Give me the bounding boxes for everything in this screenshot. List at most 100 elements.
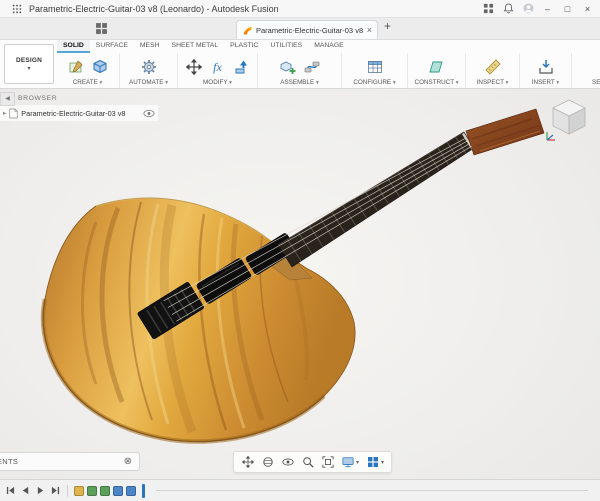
timeline-feature-sketch[interactable]: [74, 485, 84, 496]
window-title: Parametric-Electric-Guitar-03 v8 (Leonar…: [29, 3, 279, 14]
document-tab[interactable]: Parametric-Electric-Guitar-03 v8 ×: [236, 20, 378, 39]
group-label-automate[interactable]: AUTOMATE ▾: [129, 79, 168, 88]
chevron-down-icon: ▾: [99, 80, 103, 86]
app-menu-icon[interactable]: [9, 2, 24, 15]
group-label-construct[interactable]: CONSTRUCT ▾: [415, 79, 459, 88]
user-avatar[interactable]: [521, 2, 536, 15]
group-label-configure[interactable]: CONFIGURE ▾: [353, 79, 395, 88]
browser-collapse-icon[interactable]: ◀: [0, 91, 15, 106]
move-button[interactable]: [183, 55, 205, 79]
timeline-feature-extrude[interactable]: [87, 485, 97, 496]
chevron-down-icon: ▾: [556, 80, 560, 86]
fusion-logo-icon: [243, 26, 252, 34]
measure-button[interactable]: [482, 55, 504, 79]
create-sketch-button[interactable]: [65, 55, 87, 79]
axis-triad-icon: [546, 132, 555, 141]
select-button[interactable]: [596, 55, 600, 79]
timeline-position-marker[interactable]: [142, 483, 145, 498]
ribbon-tab-mesh[interactable]: MESH: [134, 39, 166, 53]
look-at-icon[interactable]: [281, 456, 294, 469]
notifications-bell-icon[interactable]: [501, 2, 516, 15]
ribbon-group-modify: fx MODIFY ▾: [178, 53, 258, 88]
timeline-step-forward-button[interactable]: [49, 485, 61, 497]
ribbon-tab-utilities[interactable]: UTILITIES: [264, 39, 308, 53]
tab-close-icon[interactable]: ×: [367, 25, 372, 35]
workspace-selector[interactable]: DESIGN ▾: [4, 44, 54, 84]
new-body-button[interactable]: [89, 55, 111, 79]
view-cube[interactable]: [544, 94, 594, 144]
automate-gear-button[interactable]: [138, 55, 160, 79]
chevron-down-icon: ▾: [229, 80, 232, 86]
construction-plane-button[interactable]: [426, 55, 448, 79]
timeline-play-button[interactable]: [34, 485, 46, 497]
ribbon-tab-sheet-metal[interactable]: SHEET METAL: [166, 39, 225, 53]
divider: [67, 484, 68, 497]
chevron-down-icon[interactable]: ▾: [356, 459, 359, 466]
group-label-create[interactable]: CREATE ▾: [73, 79, 103, 88]
ribbon-group-assemble: ASSEMBLE ▾: [258, 53, 342, 88]
visibility-eye-icon[interactable]: [143, 109, 155, 118]
timeline-step-back-button[interactable]: [19, 485, 31, 497]
grid-layout-icon[interactable]: [366, 456, 379, 469]
change-parameters-button[interactable]: fx: [207, 55, 229, 79]
timeline-feature-fillet[interactable]: [126, 485, 136, 496]
comments-close-icon[interactable]: ⊗: [124, 456, 132, 467]
insert-button[interactable]: [535, 55, 557, 79]
group-label-insert[interactable]: INSERT ▾: [532, 79, 559, 88]
title-bar: Parametric-Electric-Guitar-03 v8 (Leonar…: [0, 0, 600, 18]
ribbon-group-automate: AUTOMATE ▾: [120, 53, 178, 88]
ribbon-toolbar: DESIGN ▾ SOLID SURFACE MESH SHEET METAL …: [0, 39, 600, 89]
ribbon-group-select: SELECT ▾: [572, 53, 600, 88]
browser-document-row[interactable]: ▸ Parametric-Electric-Guitar-03 v8: [0, 105, 158, 121]
joint-button[interactable]: [301, 55, 323, 79]
guitar-headstock[interactable]: [465, 108, 545, 156]
maximize-button[interactable]: □: [559, 2, 576, 16]
group-label-select[interactable]: SELECT ▾: [592, 79, 600, 88]
ribbon-groups: CREATE ▾ AUTOMATE ▾ fx MODIFY ▾ ASSEMBLE…: [56, 53, 600, 88]
chevron-down-icon[interactable]: ▾: [381, 459, 384, 466]
timeline-feature-fillet[interactable]: [113, 485, 123, 496]
browser-panel: ◀ BROWSER ▸ Parametric-Electric-Guitar-0…: [0, 91, 158, 121]
configuration-table-button[interactable]: [364, 55, 386, 79]
guitar-neck[interactable]: [277, 131, 475, 268]
fusion-window: Parametric-Electric-Guitar-03 v8 (Leonar…: [0, 0, 600, 501]
comments-panel-collapsed[interactable]: COMMENTS ⊗: [0, 452, 140, 471]
document-tab-bar: Parametric-Electric-Guitar-03 v8 × +: [0, 18, 600, 40]
chevron-down-icon: ▾: [505, 80, 509, 86]
chevron-down-icon: ▾: [165, 80, 168, 86]
timeline-skip-start-button[interactable]: [4, 485, 16, 497]
ribbon-tab-surface[interactable]: SURFACE: [90, 39, 134, 53]
ribbon-tab-solid[interactable]: SOLID: [57, 39, 90, 53]
new-tab-button[interactable]: +: [384, 19, 391, 33]
ribbon-group-insert: INSERT ▾: [520, 53, 572, 88]
inbox-icon[interactable]: [481, 2, 496, 15]
press-pull-button[interactable]: [231, 55, 253, 79]
browser-title: BROWSER: [18, 95, 58, 102]
fit-view-icon[interactable]: [321, 456, 334, 469]
group-label-assemble[interactable]: ASSEMBLE ▾: [280, 79, 318, 88]
chevron-down-icon: ▾: [392, 80, 396, 86]
ribbon-group-construct: CONSTRUCT ▾: [408, 53, 466, 88]
expand-arrow-icon[interactable]: ▸: [3, 109, 6, 117]
ribbon-tab-plastic[interactable]: PLASTIC: [224, 39, 264, 53]
minimize-button[interactable]: –: [539, 2, 556, 16]
new-component-button[interactable]: [277, 55, 299, 79]
group-label-inspect[interactable]: INSPECT ▾: [477, 79, 509, 88]
comments-title: COMMENTS: [0, 457, 19, 466]
timeline-track[interactable]: [156, 490, 588, 491]
timeline-bar: [0, 479, 600, 501]
zoom-icon[interactable]: [301, 456, 314, 469]
close-window-button[interactable]: ×: [579, 2, 596, 16]
orbit-icon[interactable]: [261, 456, 274, 469]
display-settings-icon[interactable]: [341, 456, 354, 469]
browser-document-name: Parametric-Electric-Guitar-03 v8: [21, 108, 126, 118]
navigation-bar: ▾ ▾: [233, 451, 393, 473]
timeline-feature-extrude[interactable]: [100, 485, 110, 496]
group-label-modify[interactable]: MODIFY ▾: [203, 79, 232, 88]
ribbon-tab-manage[interactable]: MANAGE: [308, 39, 349, 53]
data-panel-icon[interactable]: [95, 22, 109, 36]
pan-icon[interactable]: [241, 456, 254, 469]
ribbon-tab-strip: SOLID SURFACE MESH SHEET METAL PLASTIC U…: [57, 39, 600, 53]
document-icon: [9, 108, 18, 118]
chevron-down-icon: ▾: [315, 80, 319, 86]
